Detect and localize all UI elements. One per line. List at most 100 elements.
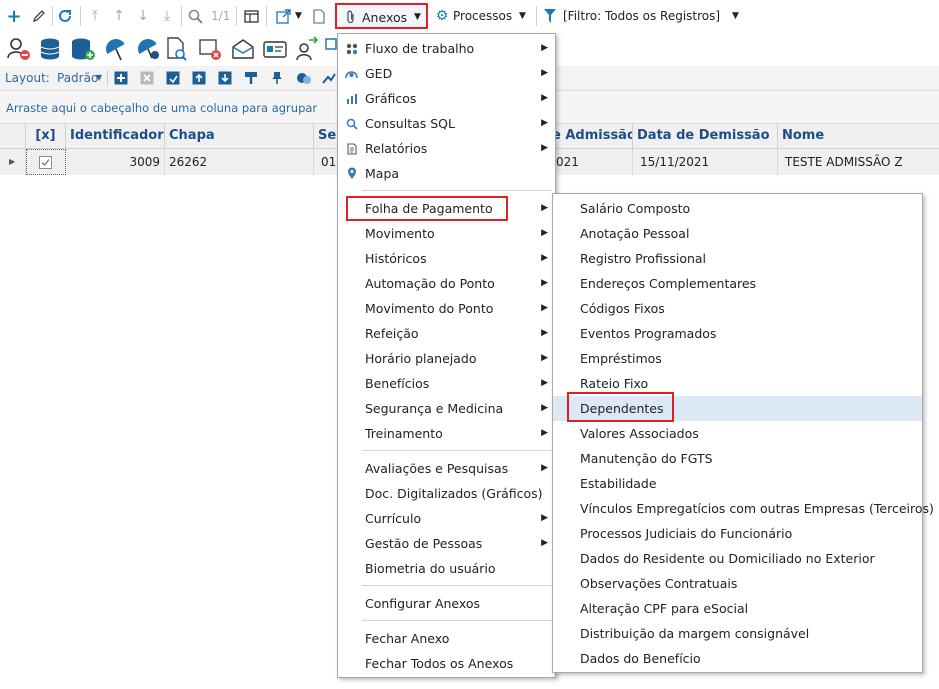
menu-item-relatorios[interactable]: Relatórios ▶	[338, 136, 555, 161]
umbrella-settings-icon[interactable]	[135, 36, 161, 62]
menu-item-fluxo-de-trabalho[interactable]: Fluxo de trabalho ▶	[338, 36, 555, 61]
cell-demissao[interactable]: 15/11/2021	[633, 149, 778, 175]
remove-record-icon[interactable]	[198, 36, 224, 62]
add-icon[interactable]: +	[6, 6, 22, 27]
color-shapes-icon[interactable]	[296, 71, 312, 85]
last-record-icon[interactable]: ⤓	[159, 8, 175, 24]
submenu-item[interactable]: Dados do Benefício	[553, 646, 922, 671]
pin-icon[interactable]	[270, 71, 284, 85]
database-add-icon[interactable]	[70, 36, 96, 62]
filter-icon[interactable]	[542, 8, 558, 24]
next-record-icon[interactable]: ↓	[135, 8, 151, 24]
submenu-item[interactable]: Vínculos Empregatícios com outras Empres…	[553, 496, 934, 521]
submenu-item[interactable]: Valores Associados	[553, 421, 922, 446]
submenu-item[interactable]: Dados do Residente ou Domiciliado no Ext…	[553, 546, 922, 571]
folha-de-pagamento-submenu: Salário Composto Anotação Pessoal Regist…	[552, 193, 934, 673]
column-header-select[interactable]: [x]	[26, 124, 66, 148]
menu-item-beneficios[interactable]: Benefícios ▶	[338, 371, 555, 396]
menu-item-ged[interactable]: GED ▶	[338, 61, 555, 86]
row-indicator-header	[0, 124, 26, 148]
submenu-item[interactable]: Códigos Fixos	[553, 296, 922, 321]
submenu-item[interactable]: Processos Judiciais do Funcionário	[553, 521, 922, 546]
menu-item-configurar-anexos[interactable]: Configurar Anexos	[338, 591, 555, 616]
umbrella-icon[interactable]	[103, 36, 129, 62]
cell-nome[interactable]: TESTE ADMISSÃO Z	[778, 149, 939, 175]
column-header-chapa[interactable]: Chapa	[165, 124, 314, 148]
submenu-item[interactable]: Estabilidade	[553, 471, 922, 496]
filter-selector[interactable]: [Filtro: Todos os Registros]	[563, 9, 720, 23]
document-icon[interactable]	[311, 8, 327, 24]
zoom-icon[interactable]	[187, 8, 203, 24]
add-layout-icon[interactable]	[114, 71, 128, 85]
menu-item-avaliacoes-e-pesquisas[interactable]: Avaliações e Pesquisas ▶	[338, 456, 555, 481]
submenu-item[interactable]: Distribuição da margem consignável	[553, 621, 922, 646]
submenu-item[interactable]: Registro Profissional	[553, 246, 922, 271]
layout-panel-icon[interactable]	[243, 8, 259, 24]
gear-icon[interactable]: ⚙	[434, 8, 450, 24]
layout-dropdown-icon[interactable]: ▼	[96, 73, 102, 82]
database-icon[interactable]	[38, 36, 64, 62]
submenu-arrow-icon: ▶	[541, 228, 548, 238]
submenu-item[interactable]: Endereços Complementares	[553, 271, 922, 296]
menu-item-automacao-do-ponto[interactable]: Automação do Ponto ▶	[338, 271, 555, 296]
menu-item-refeicao[interactable]: Refeição ▶	[338, 321, 555, 346]
upload-layout-icon[interactable]	[192, 71, 206, 85]
menu-item-mapa[interactable]: Mapa	[338, 161, 555, 186]
submenu-item[interactable]: Eventos Programados	[553, 321, 922, 346]
previous-record-icon[interactable]: ↑	[111, 8, 127, 24]
remove-user-icon[interactable]	[6, 36, 32, 62]
processos-button[interactable]: Processos	[453, 9, 512, 23]
menu-item-seguranca-e-medicina[interactable]: Segurança e Medicina ▶	[338, 396, 555, 421]
first-record-icon[interactable]: ⤒	[87, 8, 103, 24]
menu-item-graficos[interactable]: Gráficos ▶	[338, 86, 555, 111]
layout-selector[interactable]: Padrão	[57, 71, 98, 85]
column-header-admissao[interactable]: e Admissão	[548, 124, 633, 148]
menu-item-movimento-do-ponto[interactable]: Movimento do Ponto ▶	[338, 296, 555, 321]
submenu-item[interactable]: Salário Composto	[553, 196, 922, 221]
menu-item-treinamento[interactable]: Treinamento ▶	[338, 421, 555, 446]
submenu-arrow-icon: ▶	[541, 378, 548, 388]
column-header-identificador[interactable]: Identificador	[66, 124, 165, 148]
submenu-arrow-icon: ▶	[541, 328, 548, 338]
id-card-icon[interactable]	[262, 36, 288, 62]
download-layout-icon[interactable]	[218, 71, 232, 85]
search-icon	[345, 117, 358, 130]
menu-item-fechar-anexo[interactable]: Fechar Anexo	[338, 626, 555, 651]
menu-item-fechar-todos-os-anexos[interactable]: Fechar Todos os Anexos	[338, 651, 555, 676]
save-layout-icon[interactable]	[166, 71, 180, 85]
document-search-icon[interactable]	[166, 36, 188, 62]
transfer-user-icon[interactable]	[294, 36, 320, 62]
delete-layout-icon[interactable]	[140, 71, 154, 85]
envelope-open-icon[interactable]	[230, 36, 256, 62]
chart-line-icon[interactable]	[322, 71, 336, 85]
submenu-item[interactable]: Observações Contratuais	[553, 571, 922, 596]
paint-roller-icon[interactable]	[244, 71, 258, 85]
menu-item-biometria-do-usuario[interactable]: Biometria do usuário	[338, 556, 555, 581]
column-header-demissao[interactable]: Data de Demissão	[633, 124, 778, 148]
menu-item-doc-digitalizados[interactable]: Doc. Digitalizados (Gráficos)	[338, 481, 555, 506]
menu-item-historicos[interactable]: Históricos ▶	[338, 246, 555, 271]
export-dropdown-icon[interactable]: ▼	[295, 11, 302, 21]
submenu-item[interactable]: Empréstimos	[553, 346, 922, 371]
export-icon[interactable]	[275, 8, 291, 24]
submenu-item[interactable]: Alteração CPF para eSocial	[553, 596, 922, 621]
cell-identificador[interactable]: 3009	[66, 149, 165, 175]
more-icon[interactable]	[324, 36, 338, 62]
anexos-menu-button[interactable]: Anexos ▼	[335, 3, 428, 29]
row-checkbox[interactable]	[26, 149, 66, 175]
submenu-item[interactable]: Manutenção do FGTS	[553, 446, 922, 471]
filter-dropdown-icon[interactable]: ▼	[732, 11, 739, 21]
menu-item-curriculo[interactable]: Currículo ▶	[338, 506, 555, 531]
menu-item-gestao-de-pessoas[interactable]: Gestão de Pessoas ▶	[338, 531, 555, 556]
cell-admissao[interactable]: 021	[550, 149, 633, 175]
menu-item-movimento[interactable]: Movimento ▶	[338, 221, 555, 246]
cell-chapa[interactable]: 26262	[165, 149, 314, 175]
submenu-arrow-icon: ▶	[541, 43, 548, 53]
menu-item-horario-planejado[interactable]: Horário planejado ▶	[338, 346, 555, 371]
column-header-nome[interactable]: Nome	[778, 124, 939, 148]
edit-pencil-icon[interactable]	[31, 8, 47, 24]
menu-item-consultas-sql[interactable]: Consultas SQL ▶	[338, 111, 555, 136]
processos-dropdown-icon[interactable]: ▼	[519, 11, 526, 21]
refresh-icon[interactable]	[57, 8, 73, 24]
submenu-item[interactable]: Anotação Pessoal	[553, 221, 922, 246]
